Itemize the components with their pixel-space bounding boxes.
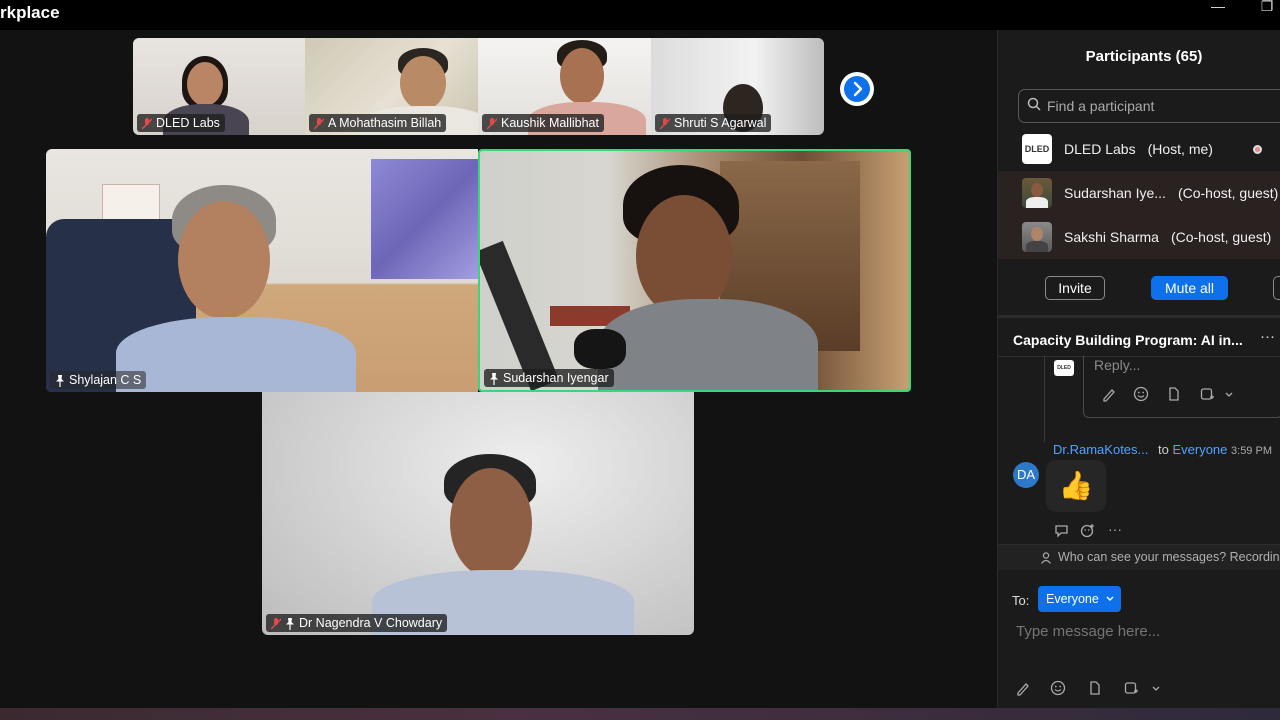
avatar — [1022, 222, 1052, 252]
participant-role: (Co-host, guest) — [1177, 185, 1279, 201]
minimize-icon[interactable]: — — [1203, 0, 1233, 20]
video-tile-nagendra[interactable]: Dr Nagendra V Chowdary — [262, 392, 694, 635]
wall-calendar — [102, 184, 160, 224]
panel-divider — [998, 315, 1280, 318]
screenshot-icon[interactable] — [1199, 386, 1217, 404]
participant-search[interactable] — [1018, 89, 1280, 123]
search-icon — [1027, 97, 1041, 116]
message-input[interactable] — [1016, 620, 1266, 642]
avatar: DLED — [1054, 360, 1074, 376]
recording-icon — [1253, 145, 1262, 154]
add-reaction-icon[interactable] — [1080, 523, 1098, 541]
chat-title: Capacity Building Program: AI in... — [1013, 332, 1243, 348]
reply-placeholder: Reply... — [1094, 357, 1141, 373]
participant-name: Sakshi Sharma — [1064, 229, 1159, 245]
participant-name: Dr Nagendra V Chowdary — [299, 616, 443, 630]
video-tile-shruti[interactable]: Shruti S Agarwal — [651, 38, 824, 135]
chevron-down-icon[interactable] — [1223, 386, 1241, 404]
mic-muted-icon — [486, 117, 498, 130]
screenshot-icon[interactable] — [1123, 680, 1141, 698]
thumbs-up-icon: 👍 — [1046, 460, 1106, 512]
taskbar-edge — [0, 708, 1280, 720]
reply-icon[interactable] — [1054, 523, 1072, 541]
participant-row[interactable]: Sakshi Sharma (Co-host, guest) — [998, 215, 1280, 259]
participant-name: Kaushik Mallibhat — [501, 116, 599, 130]
emoji-icon[interactable] — [1050, 680, 1068, 698]
mic-muted-icon — [659, 117, 671, 130]
more-actions-icon[interactable]: ··· — [1108, 521, 1122, 537]
restore-icon[interactable]: ❐ — [1252, 0, 1280, 20]
avatar: DLED — [1022, 134, 1052, 164]
video-tile-mohathasim[interactable]: A Mohathasim Billah — [305, 38, 478, 135]
thread-line — [1044, 356, 1045, 442]
format-icon[interactable] — [1015, 680, 1033, 698]
participant-name-tag: Shruti S Agarwal — [655, 114, 772, 132]
participant-name: Sudarshan Iyengar — [503, 371, 609, 385]
chevron-down-icon[interactable] — [1150, 680, 1168, 698]
window-background — [371, 159, 478, 279]
participant-name-tag: Sudarshan Iyengar — [484, 369, 614, 387]
mic-muted-icon — [270, 617, 282, 630]
participant-name-tag: Dr Nagendra V Chowdary — [266, 614, 448, 632]
next-page-button[interactable] — [840, 72, 874, 106]
video-tile-dled-labs[interactable]: DLED Labs — [133, 38, 305, 135]
person-icon — [1040, 551, 1054, 570]
participant-name-tag: DLED Labs — [137, 114, 225, 132]
participant-name-tag: Shylajan C S — [50, 371, 147, 389]
privacy-notice[interactable]: Who can see your messages? Recording — [1058, 550, 1280, 564]
microphone — [574, 329, 626, 369]
emoji-icon[interactable] — [1133, 386, 1151, 404]
title-bar: rkplace — ❐ — [0, 0, 1280, 30]
pin-icon — [489, 372, 499, 385]
format-icon[interactable] — [1101, 386, 1119, 404]
reply-box[interactable]: Reply... — [1083, 356, 1280, 418]
participant-role: (Co-host, guest) — [1170, 229, 1272, 245]
participants-title: Participants (65) — [1085, 48, 1203, 65]
video-tile-sudarshan[interactable]: Sudarshan Iyengar — [478, 149, 911, 392]
mic-muted-icon — [313, 117, 325, 130]
to-prefix: To: — [1012, 593, 1030, 608]
privacy-notice-bar: Who can see your messages? Recording — [998, 544, 1280, 570]
message-time: 3:59 PM — [1231, 445, 1272, 457]
recipient-select[interactable]: Everyone — [1038, 586, 1121, 612]
more-button[interactable] — [1273, 276, 1280, 300]
pin-icon — [55, 374, 65, 387]
file-icon[interactable] — [1166, 386, 1184, 404]
sender-name[interactable]: Dr.RamaKotes... — [1053, 442, 1148, 457]
pin-icon — [285, 617, 295, 630]
participant-row[interactable]: Sudarshan Iye... (Co-host, guest) — [998, 171, 1280, 215]
video-tile-shylajan[interactable]: Shylajan C S — [46, 149, 478, 392]
chevron-right-icon — [844, 76, 870, 102]
avatar: DA — [1013, 462, 1039, 488]
app-title: rkplace — [0, 3, 60, 22]
participant-name-tag: A Mohathasim Billah — [309, 114, 447, 132]
participant-name-tag: Kaushik Mallibhat — [482, 114, 604, 132]
recipient-value: Everyone — [1046, 592, 1099, 606]
recipient-name[interactable]: Everyone — [1172, 442, 1227, 457]
participant-name: A Mohathasim Billah — [328, 116, 442, 130]
side-panel: Participants (65) DLED DLED Labs (Host, … — [997, 30, 1280, 708]
participant-row[interactable]: DLED DLED Labs (Host, me) — [998, 127, 1280, 171]
message-header: Dr.RamaKotes... to Everyone 3:59 PM — [1053, 442, 1272, 457]
participant-name: DLED Labs — [156, 116, 220, 130]
video-stage: DLED Labs A Mohathasim Billah Kaushik Ma… — [0, 30, 997, 708]
to-label: to — [1158, 442, 1169, 457]
chat-more-icon[interactable]: ··· — [1260, 328, 1275, 345]
participant-role: (Host, me) — [1147, 141, 1213, 157]
participant-name: Sudarshan Iye... — [1064, 185, 1166, 201]
file-icon[interactable] — [1087, 680, 1105, 698]
avatar — [1022, 178, 1052, 208]
video-tile-kaushik[interactable]: Kaushik Mallibhat — [478, 38, 651, 135]
mic-muted-icon — [141, 117, 153, 130]
search-input[interactable] — [1047, 98, 1267, 114]
participant-name: DLED Labs — [1064, 141, 1136, 157]
mute-all-button[interactable]: Mute all — [1151, 276, 1228, 300]
participant-name: Shruti S Agarwal — [674, 116, 767, 130]
chevron-down-icon — [1105, 586, 1115, 621]
invite-button[interactable]: Invite — [1045, 276, 1105, 300]
participant-name: Shylajan C S — [69, 373, 142, 387]
